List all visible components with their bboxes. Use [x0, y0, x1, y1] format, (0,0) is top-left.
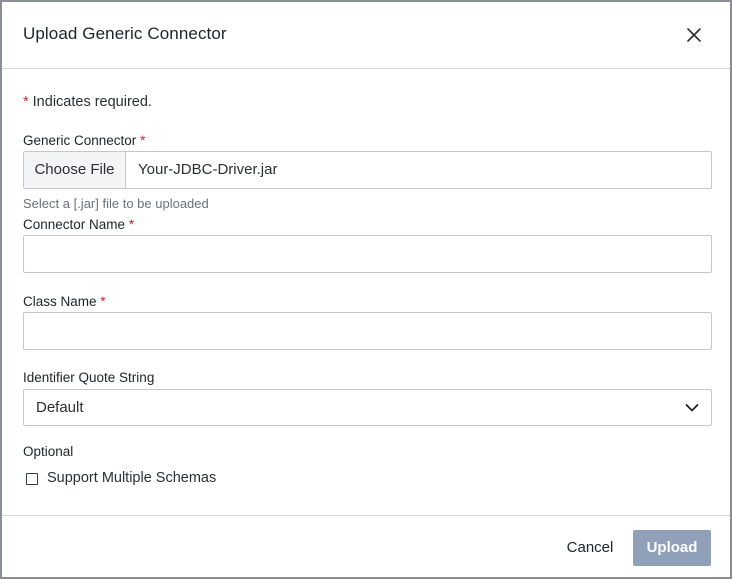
upload-generic-connector-dialog: Upload Generic Connector * Indicates requ…	[0, 0, 732, 579]
required-asterisk: *	[100, 294, 106, 309]
cancel-button[interactable]: Cancel	[558, 530, 622, 566]
required-asterisk: *	[23, 94, 29, 110]
close-button[interactable]	[685, 26, 703, 44]
class-name-label-text: Class Name	[23, 294, 97, 309]
connector-name-input[interactable]	[23, 235, 712, 273]
generic-connector-file-input[interactable]: Choose File Your-JDBC-Driver.jar	[23, 151, 712, 189]
upload-button[interactable]: Upload	[633, 530, 711, 566]
generic-connector-hint: Select a [.jar] file to be uploaded	[23, 196, 209, 211]
dialog-header: Upload Generic Connector	[2, 2, 730, 69]
required-note: * Indicates required.	[23, 94, 152, 110]
connector-name-label-text: Connector Name	[23, 217, 126, 232]
required-asterisk: *	[140, 133, 146, 148]
generic-connector-label: Generic Connector *	[23, 133, 145, 148]
identifier-quote-string-label: Identifier Quote String	[23, 370, 155, 385]
selected-file-name: Your-JDBC-Driver.jar	[138, 161, 278, 178]
class-name-input[interactable]	[23, 312, 712, 350]
generic-connector-label-text: Generic Connector	[23, 133, 137, 148]
optional-section-label: Optional	[23, 444, 74, 459]
required-note-text: Indicates required.	[32, 94, 152, 110]
support-multiple-schemas-checkbox[interactable]	[26, 473, 38, 485]
dialog-footer: Cancel Upload	[2, 515, 730, 577]
identifier-quote-string-value: Default	[36, 399, 84, 416]
choose-file-button[interactable]: Choose File	[24, 152, 126, 188]
required-asterisk: *	[128, 217, 135, 232]
support-multiple-schemas-label: Support Multiple Schemas	[47, 470, 217, 486]
class-name-label: Class Name *	[23, 294, 106, 309]
close-icon	[687, 28, 701, 42]
identifier-quote-string-select[interactable]: Default	[23, 389, 712, 426]
connector-name-label: Connector Name *	[23, 217, 134, 232]
chevron-down-icon	[685, 404, 699, 412]
dialog-title: Upload Generic Connector	[23, 24, 227, 43]
